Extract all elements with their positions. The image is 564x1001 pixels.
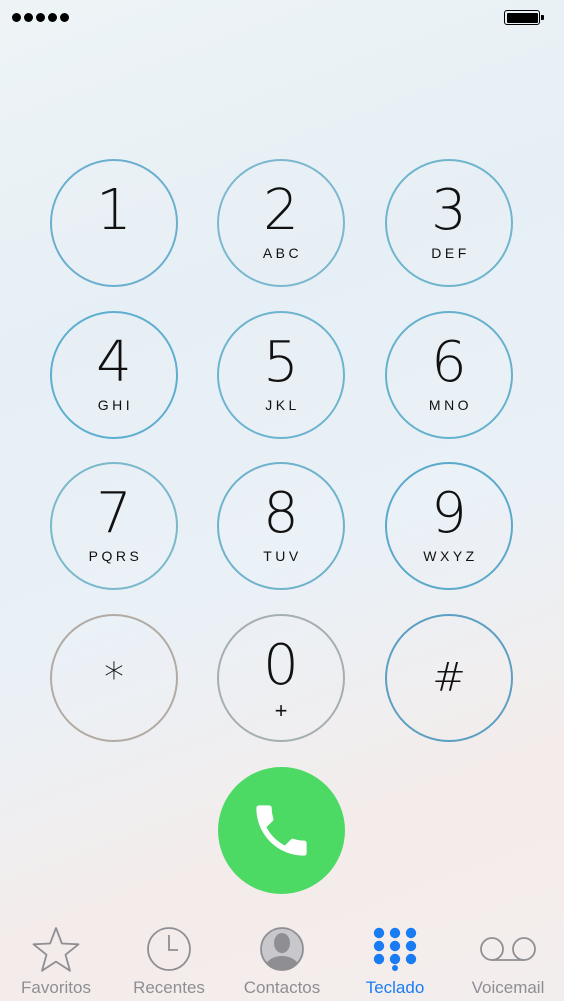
key-digit: 6	[431, 330, 467, 395]
key-letters: TUV	[263, 548, 302, 564]
tab-label: Teclado	[365, 978, 425, 997]
key-letters: JKL	[265, 397, 300, 413]
tab-label: Voicemail	[471, 978, 545, 997]
tab-voicemail[interactable]: Voicemail	[452, 912, 564, 1001]
star-icon	[0, 924, 112, 974]
key-0[interactable]: 0 +	[217, 614, 345, 742]
key-digit: 7	[96, 481, 132, 546]
tab-teclado[interactable]: Teclado	[339, 912, 451, 1001]
key-6[interactable]: 6 MNO	[385, 311, 513, 439]
key-letters: GHI	[97, 397, 134, 413]
key-digit: #	[432, 655, 466, 701]
tab-label: Recentes	[133, 978, 205, 997]
key-2[interactable]: 2 ABC	[217, 159, 345, 287]
key-letters: DEF	[431, 245, 470, 261]
key-7[interactable]: 7 PQRS	[50, 462, 178, 590]
tab-label: Favoritos	[21, 978, 91, 997]
key-4[interactable]: 4 GHI	[50, 311, 178, 439]
key-1[interactable]: 1	[50, 159, 178, 287]
key-digit: 2	[263, 178, 299, 243]
key-digit: 0	[263, 633, 299, 698]
tab-favoritos[interactable]: Favoritos	[0, 912, 112, 1001]
key-digit: 8	[263, 481, 299, 546]
tab-label: Contactos	[243, 978, 321, 997]
voicemail-icon	[452, 924, 564, 974]
tab-contactos[interactable]: Contactos	[226, 912, 338, 1001]
battery-icon	[504, 10, 544, 25]
clock-icon	[113, 924, 225, 974]
status-bar	[0, 0, 564, 36]
call-button[interactable]	[218, 767, 345, 894]
key-5[interactable]: 5 JKL	[217, 311, 345, 439]
key-digit: 4	[96, 330, 132, 395]
key-letters: WXYZ	[423, 548, 478, 564]
key-letters: +	[274, 698, 288, 723]
key-letters: ABC	[262, 245, 303, 261]
key-letters: PQRS	[88, 548, 143, 564]
key-digit: *	[104, 655, 124, 701]
key-letters: MNO	[428, 397, 473, 413]
tab-recentes[interactable]: Recentes	[113, 912, 225, 1001]
key-3[interactable]: 3 DEF	[385, 159, 513, 287]
key-star[interactable]: *	[50, 614, 178, 742]
signal-strength-icon	[12, 13, 69, 22]
key-digit: 1	[96, 178, 132, 243]
phone-icon	[256, 805, 307, 856]
key-digit: 3	[431, 178, 467, 243]
key-9[interactable]: 9 WXYZ	[385, 462, 513, 590]
key-digit: 5	[263, 330, 299, 395]
key-hash[interactable]: #	[385, 614, 513, 742]
keypad-icon	[339, 924, 451, 974]
key-8[interactable]: 8 TUV	[217, 462, 345, 590]
key-digit: 9	[431, 481, 467, 546]
contact-icon	[226, 924, 338, 974]
tab-bar: Favoritos Recentes Contactos Teclado Voi…	[0, 912, 564, 1001]
